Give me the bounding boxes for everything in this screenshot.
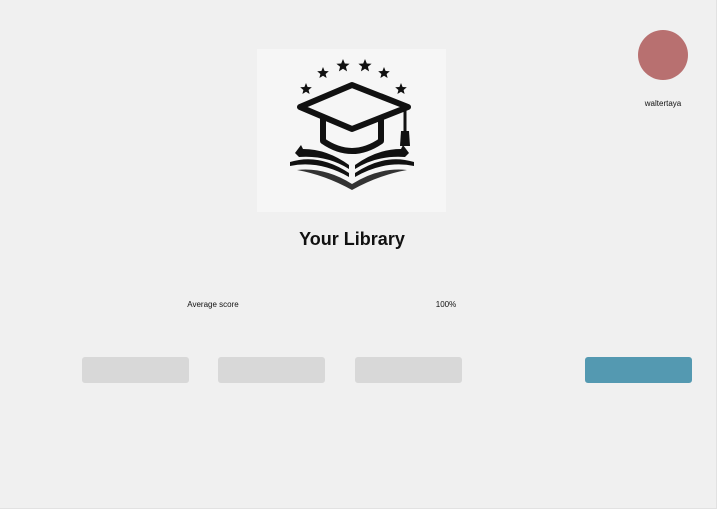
username-label: waltertaya	[644, 99, 682, 108]
page-background: Your Library waltertaya Average score 10…	[0, 0, 717, 509]
primary-action-button[interactable]	[585, 357, 692, 383]
page-title: Your Library	[299, 229, 405, 249]
action-button-1[interactable]	[82, 357, 189, 383]
average-score-value: 100%	[435, 300, 457, 309]
graduation-cap-book-icon	[290, 59, 414, 190]
action-button-2[interactable]	[218, 357, 325, 383]
action-button-3[interactable]	[355, 357, 462, 383]
average-score-label: Average score	[187, 300, 239, 309]
avatar[interactable]	[638, 30, 688, 80]
library-logo	[257, 49, 446, 212]
